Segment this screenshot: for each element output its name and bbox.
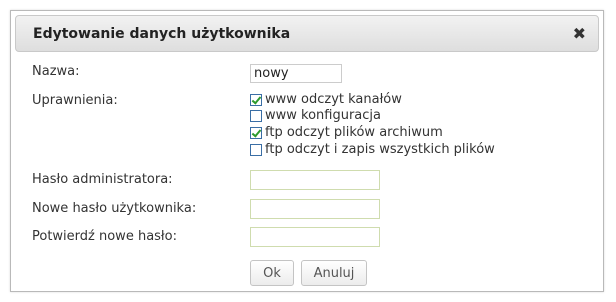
permission-label: www konfiguracja [265, 108, 382, 123]
permission-ftp-read-write-all[interactable]: ftp odczyt i zapis wszystkich plików [250, 142, 495, 157]
permission-label: ftp odczyt i zapis wszystkich plików [265, 142, 495, 157]
ok-button[interactable]: Ok [250, 260, 294, 286]
permission-label: www odczyt kanałów [265, 92, 402, 107]
permission-checkbox[interactable] [250, 109, 262, 122]
name-field[interactable] [250, 64, 342, 83]
permission-label: ftp odczyt plików archiwum [265, 125, 443, 140]
close-icon[interactable]: ✖ [573, 24, 586, 43]
permission-www-read-channels[interactable]: www odczyt kanałów [250, 92, 402, 107]
permission-checkbox[interactable] [250, 143, 262, 156]
permission-ftp-read-archive[interactable]: ftp odczyt plików archiwum [250, 125, 443, 140]
dialog-titlebar: Edytowanie danych użytkownika ✖ [15, 15, 599, 52]
admin-password-label: Hasło administratora: [32, 172, 173, 187]
dialog-title: Edytowanie danych użytkownika [33, 26, 291, 42]
admin-password-field[interactable] [250, 170, 380, 190]
confirm-password-label: Potwierdź nowe hasło: [32, 229, 177, 244]
name-label: Nazwa: [32, 64, 80, 79]
permission-www-config[interactable]: www konfiguracja [250, 108, 381, 123]
permission-checkbox[interactable] [250, 93, 262, 106]
new-password-field[interactable] [250, 199, 380, 219]
permissions-label: Uprawnienia: [32, 93, 118, 108]
permission-checkbox[interactable] [250, 126, 262, 139]
cancel-button[interactable]: Anuluj [301, 260, 367, 286]
confirm-password-field[interactable] [250, 227, 380, 247]
new-password-label: Nowe hasło użytkownika: [32, 201, 197, 216]
